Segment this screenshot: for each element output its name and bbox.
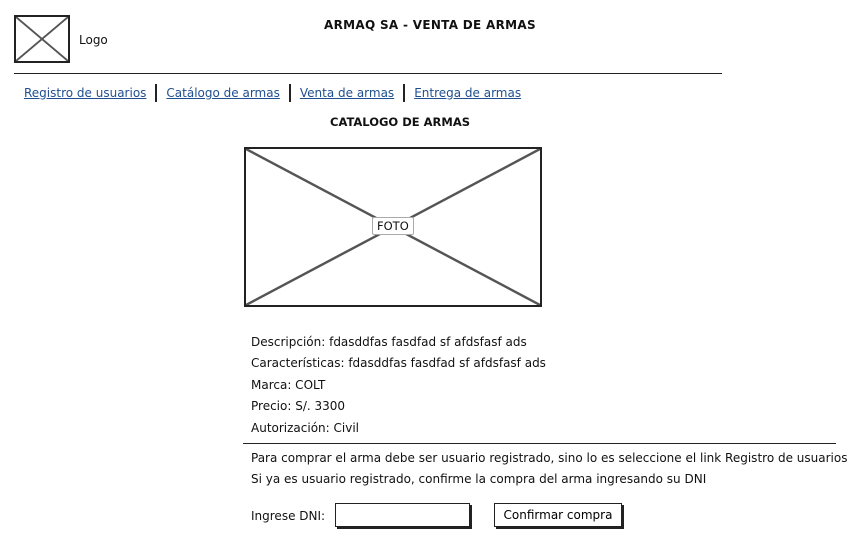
nav-separator bbox=[155, 84, 158, 102]
nav-separator bbox=[403, 84, 406, 102]
app-title: ARMAQ SA - VENTA DE ARMAS bbox=[324, 18, 536, 32]
nav-link-catalogo-armas[interactable]: Catálogo de armas bbox=[166, 86, 279, 100]
product-features: Características: fdasddfas fasdfad sf af… bbox=[251, 356, 546, 370]
purchase-info-message: Para comprar el arma debe ser usuario re… bbox=[251, 451, 848, 465]
dni-label: Ingrese DNI: bbox=[251, 509, 326, 523]
photo-label: FOTO bbox=[372, 217, 414, 235]
header-divider bbox=[14, 73, 722, 74]
confirm-purchase-button[interactable]: Confirmar compra bbox=[494, 503, 622, 527]
nav-link-entrega-armas[interactable]: Entrega de armas bbox=[414, 86, 521, 100]
section-divider bbox=[243, 443, 836, 444]
section-title: CATALOGO DE ARMAS bbox=[330, 115, 470, 129]
nav-link-venta-armas[interactable]: Venta de armas bbox=[300, 86, 394, 100]
product-description: Descripción: fdasddfas fasdfad sf afdsfa… bbox=[251, 335, 527, 349]
logo-label: Logo bbox=[79, 33, 108, 47]
product-price: Precio: S/. 3300 bbox=[251, 399, 346, 413]
product-authorization: Autorización: Civil bbox=[251, 421, 359, 435]
nav-separator bbox=[288, 84, 291, 102]
purchase-instruction-message: Si ya es usuario registrado, confirme la… bbox=[251, 472, 707, 486]
dni-input[interactable] bbox=[335, 503, 470, 527]
product-brand: Marca: COLT bbox=[251, 378, 326, 392]
nav-link-registro-usuarios[interactable]: Registro de usuarios bbox=[24, 86, 146, 100]
main-nav: Registro de usuarios Catálogo de armas V… bbox=[24, 84, 521, 102]
